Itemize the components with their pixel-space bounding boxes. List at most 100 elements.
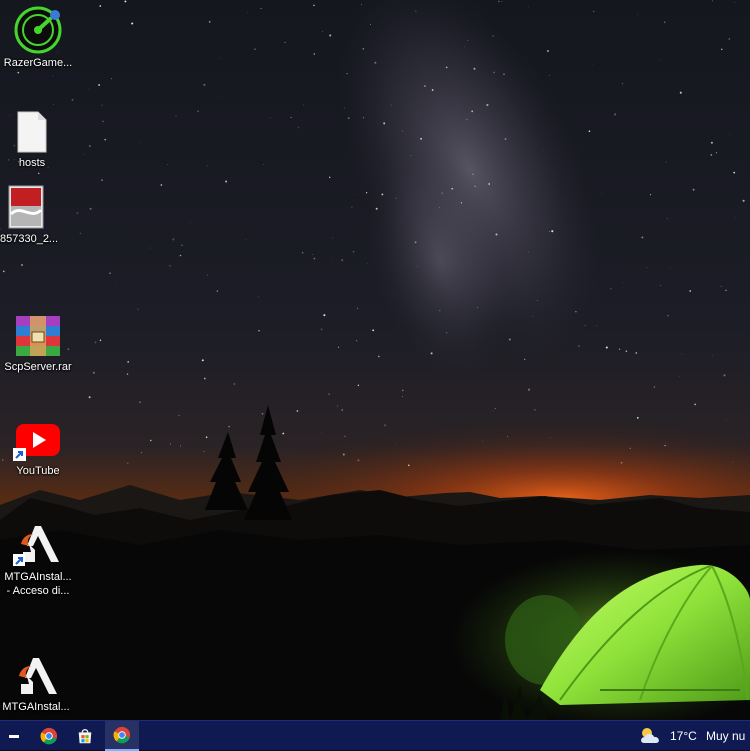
star [338, 347, 339, 348]
star [353, 251, 355, 253]
star [402, 396, 403, 397]
star [660, 60, 661, 61]
star [733, 172, 735, 174]
star [291, 117, 292, 118]
star [357, 459, 359, 461]
desktop-icon-hosts[interactable]: hosts [0, 110, 70, 170]
star [77, 212, 79, 214]
star [622, 83, 623, 84]
star [126, 17, 127, 18]
star [58, 414, 59, 415]
star [402, 131, 403, 132]
start-icon [9, 735, 19, 738]
star [141, 452, 142, 453]
star [190, 223, 191, 224]
star [384, 424, 386, 426]
desktop-icon-mtga-shortcut[interactable]: MTGAInstal... - Acceso di... [0, 522, 76, 598]
star [344, 108, 345, 109]
star [729, 134, 730, 135]
star [431, 352, 433, 354]
star [488, 183, 490, 185]
star [219, 58, 220, 59]
weather-widget[interactable]: 17°C Muy nu [636, 721, 750, 751]
desktop-icon-image[interactable]: 9857330_2... [0, 184, 64, 246]
star [442, 193, 443, 194]
star [396, 198, 397, 199]
star [495, 408, 496, 409]
star [378, 356, 379, 357]
star [575, 311, 576, 312]
taskbar-store-button[interactable] [68, 721, 102, 751]
star [150, 440, 151, 441]
desktop-icon-mtga-installer[interactable]: MTGAInstal... [0, 656, 74, 714]
star [630, 448, 631, 449]
star [204, 378, 206, 380]
star [721, 286, 722, 287]
taskbar: 17°C Muy nu [0, 720, 750, 750]
taskbar-start-button[interactable] [0, 721, 28, 751]
star [322, 31, 323, 32]
star [341, 259, 343, 261]
star [180, 255, 182, 257]
star [181, 245, 182, 246]
star [234, 383, 235, 384]
star [473, 68, 475, 70]
star [84, 154, 85, 155]
star [344, 436, 346, 438]
star [493, 410, 494, 411]
star [457, 180, 458, 181]
desktop-icon-razer[interactable]: RazerGame... [0, 6, 76, 70]
taskbar-chrome-button[interactable] [32, 721, 66, 751]
star [261, 8, 262, 9]
star [424, 85, 426, 87]
star [551, 230, 553, 232]
star [439, 207, 440, 208]
star [248, 13, 249, 14]
star [495, 233, 497, 235]
star [348, 117, 350, 119]
star [298, 127, 299, 128]
star [101, 179, 103, 181]
star [606, 346, 608, 348]
star [98, 84, 100, 86]
star [439, 310, 440, 311]
star [323, 314, 325, 316]
star [137, 309, 138, 310]
star [610, 288, 611, 289]
star [363, 48, 364, 49]
star [228, 426, 229, 427]
star [102, 121, 104, 123]
star [637, 417, 639, 419]
star [396, 443, 397, 444]
star [203, 451, 204, 452]
desktop-icon-youtube[interactable]: YouTube [0, 422, 76, 478]
star [180, 445, 181, 446]
star [262, 413, 264, 415]
star [127, 373, 128, 374]
star [528, 7, 529, 8]
star [104, 139, 106, 141]
taskbar-chrome-running-button[interactable] [105, 721, 139, 751]
star [712, 355, 713, 356]
star [124, 0, 126, 2]
star [641, 236, 643, 238]
star [21, 264, 23, 266]
star [415, 11, 416, 12]
desktop-icon-label-line2: - Acceso di... [0, 584, 76, 598]
star [206, 436, 208, 438]
star [38, 173, 39, 174]
star [357, 308, 358, 309]
star [197, 110, 199, 112]
star [446, 67, 448, 69]
star [589, 130, 591, 132]
star [343, 454, 345, 456]
star [474, 185, 476, 187]
star [175, 115, 176, 116]
star [621, 462, 623, 464]
star [402, 389, 404, 391]
star [533, 316, 534, 317]
desktop-icon-scpserver[interactable]: ScpServer.rar [0, 314, 76, 374]
star [549, 231, 550, 232]
star [209, 21, 211, 23]
star [502, 1, 503, 2]
